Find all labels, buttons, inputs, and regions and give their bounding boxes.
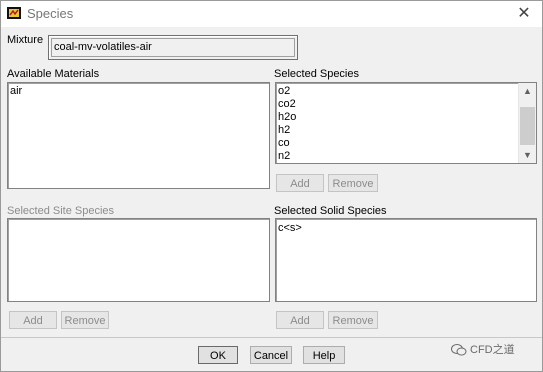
help-button[interactable]: Help: [303, 346, 345, 364]
selected-species-label: Selected Species: [274, 68, 359, 80]
list-item[interactable]: co: [276, 137, 536, 150]
selected-species-list[interactable]: o2 co2 h2o h2 co n2 ▲ ▼: [275, 82, 537, 164]
species-dialog: Species ✕ Mixture coal-mv-volatiles-air …: [0, 0, 543, 372]
list-item[interactable]: co2: [276, 98, 536, 111]
available-materials-label: Available Materials: [7, 68, 100, 80]
species-remove-button[interactable]: Remove: [328, 174, 378, 192]
scroll-up-icon[interactable]: ▲: [519, 83, 536, 99]
cancel-button[interactable]: Cancel: [250, 346, 292, 364]
footer-divider: [1, 337, 542, 338]
selected-solid-species-label: Selected Solid Species: [274, 205, 387, 217]
mixture-field: coal-mv-volatiles-air: [48, 35, 298, 60]
selected-site-species-list[interactable]: [7, 218, 270, 302]
species-scrollbar[interactable]: ▲ ▼: [518, 83, 536, 163]
list-item[interactable]: h2: [276, 124, 536, 137]
mixture-value: coal-mv-volatiles-air: [51, 38, 295, 57]
site-remove-button[interactable]: Remove: [61, 311, 109, 329]
fluent-app-icon: [7, 7, 21, 19]
solid-add-button[interactable]: Add: [276, 311, 324, 329]
available-materials-list[interactable]: air: [7, 82, 270, 189]
scroll-thumb[interactable]: [520, 107, 535, 145]
species-add-button[interactable]: Add: [276, 174, 324, 192]
site-add-button[interactable]: Add: [9, 311, 57, 329]
solid-remove-button[interactable]: Remove: [328, 311, 378, 329]
selected-solid-species-list[interactable]: c<s>: [275, 218, 537, 302]
wechat-icon: [451, 344, 467, 356]
list-item[interactable]: h2o: [276, 111, 536, 124]
ok-button[interactable]: OK: [198, 346, 238, 364]
list-item[interactable]: air: [8, 85, 269, 98]
title-bar: Species ✕: [1, 1, 542, 27]
window-title: Species: [27, 6, 74, 21]
list-item[interactable]: c<s>: [276, 222, 536, 235]
watermark: CFD之道: [451, 341, 515, 357]
watermark-text: CFD之道: [470, 344, 515, 356]
scroll-down-icon[interactable]: ▼: [519, 147, 536, 163]
close-icon[interactable]: ✕: [514, 4, 534, 24]
list-item[interactable]: n2: [276, 150, 536, 163]
selected-site-species-label: Selected Site Species: [7, 205, 115, 217]
mixture-label: Mixture: [7, 34, 44, 46]
list-item[interactable]: o2: [276, 85, 536, 98]
